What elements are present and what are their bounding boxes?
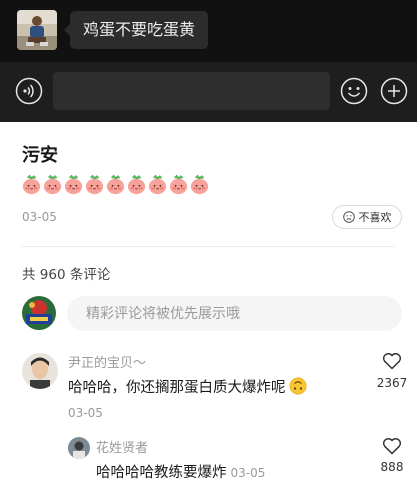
reply-text-body: 哈哈哈哈教练要爆炸 <box>96 465 227 481</box>
post-author-name[interactable]: 污安 <box>22 141 58 167</box>
chat-message-bubble[interactable]: 鸡蛋不要吃蛋黄 <box>63 11 209 49</box>
comment-text: 哈哈哈，你还搁那蛋白质大爆炸呢 <box>68 376 307 397</box>
comment-text-body: 哈哈哈，你还搁那蛋白质大爆炸呢 <box>68 380 286 396</box>
heart-icon <box>382 438 402 455</box>
dislike-button[interactable]: 不喜欢 <box>332 205 402 229</box>
reply-comment-text: 哈哈哈哈教练要爆炸 03-05 <box>96 461 265 482</box>
commenter-avatar[interactable] <box>22 353 58 389</box>
voice-input-icon <box>15 77 43 105</box>
comment-input[interactable] <box>67 296 402 331</box>
emoji-icon <box>340 77 368 105</box>
comment-count: 共 960 条评论 <box>22 267 111 283</box>
chat-user-avatar[interactable] <box>17 10 57 50</box>
upside-down-face-emoji-icon <box>289 377 306 395</box>
peach-face-emoji-icon <box>169 175 188 195</box>
peach-face-emoji-icon <box>127 175 146 195</box>
reply-comment-date: 03-05 <box>230 466 266 480</box>
like-count: 2367 <box>376 376 408 390</box>
user-photo-avatar-icon <box>17 10 57 50</box>
avatar-image-icon <box>22 296 56 330</box>
message-input[interactable] <box>53 72 330 110</box>
commenter-photo-icon <box>68 437 90 459</box>
frown-face-icon <box>342 211 355 223</box>
peach-face-emoji-icon <box>106 175 125 195</box>
more-actions-button[interactable] <box>380 77 408 105</box>
heart-icon <box>382 353 402 370</box>
voice-input-button[interactable] <box>15 77 43 105</box>
reply-like-count: 888 <box>380 460 404 474</box>
peach-face-emoji-icon <box>148 175 167 195</box>
post-date: 03-05 <box>22 210 57 224</box>
section-divider <box>22 246 395 247</box>
current-user-avatar <box>22 296 56 330</box>
commenter-photo-icon <box>22 353 58 389</box>
comment-date: 03-05 <box>68 406 103 420</box>
plus-circle-icon <box>380 77 408 105</box>
post-emoji-content <box>21 174 210 196</box>
commenter-name[interactable]: 尹正的宝贝～ <box>68 352 146 371</box>
peach-face-emoji-icon <box>64 175 83 195</box>
reply-commenter-name[interactable]: 花姓贤者 <box>96 437 148 456</box>
peach-face-emoji-icon <box>22 175 41 195</box>
chat-message-area <box>0 0 417 62</box>
peach-face-emoji-icon <box>85 175 104 195</box>
dislike-label: 不喜欢 <box>358 211 392 224</box>
emoji-button[interactable] <box>340 77 368 105</box>
peach-face-emoji-icon <box>43 175 62 195</box>
reply-like-button[interactable] <box>374 437 410 459</box>
like-button[interactable] <box>374 352 410 374</box>
peach-face-emoji-icon <box>190 175 209 195</box>
reply-commenter-avatar[interactable] <box>68 437 90 459</box>
